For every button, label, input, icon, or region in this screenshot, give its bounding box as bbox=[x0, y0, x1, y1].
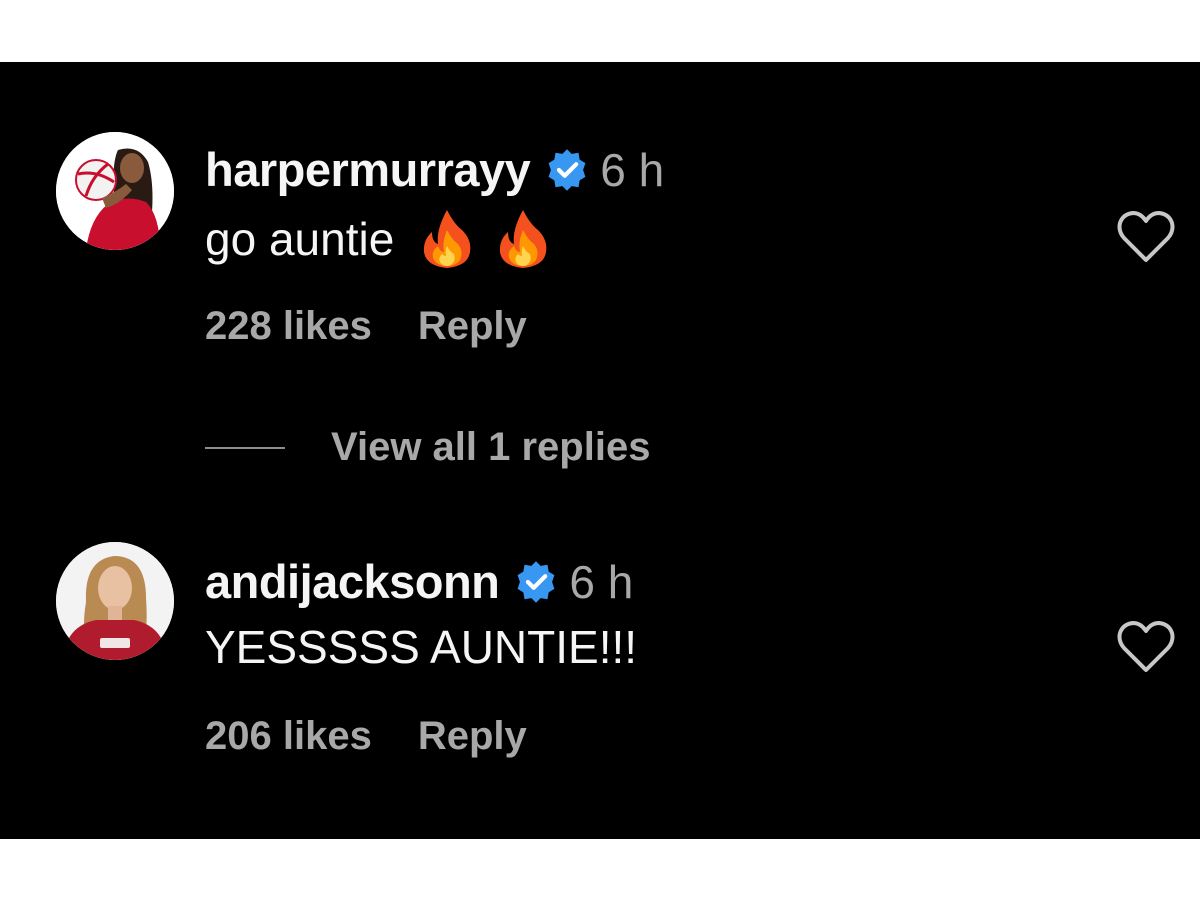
username[interactable]: andijacksonn bbox=[205, 554, 500, 609]
comment-body: go auntie bbox=[205, 213, 395, 265]
fire-emoji-icon bbox=[500, 210, 547, 268]
avatar[interactable] bbox=[56, 132, 174, 250]
comment-body: YESSSSS AUNTIE!!! bbox=[205, 621, 638, 673]
fire-emoji-icon bbox=[424, 210, 471, 268]
timestamp: 6 h bbox=[569, 555, 634, 608]
timestamp: 6 h bbox=[600, 143, 665, 196]
avatar[interactable] bbox=[56, 542, 174, 660]
reply-button[interactable]: Reply bbox=[418, 714, 527, 759]
comment-header: andijacksonn 6 h bbox=[205, 554, 633, 609]
heart-outline-icon[interactable] bbox=[1116, 620, 1176, 674]
reply-button[interactable]: Reply bbox=[418, 304, 527, 349]
verified-badge-icon bbox=[548, 148, 586, 191]
likes-count[interactable]: 206 likes bbox=[205, 714, 372, 759]
comment-text: YESSSSS AUNTIE!!! bbox=[205, 620, 637, 674]
verified-badge-icon bbox=[517, 560, 555, 603]
comments-panel: harpermurrayy 6 h go auntie 228 likes Re bbox=[0, 62, 1200, 839]
replies-divider bbox=[205, 446, 285, 449]
comment-header: harpermurrayy 6 h bbox=[205, 142, 664, 197]
heart-outline-icon[interactable] bbox=[1116, 210, 1176, 264]
likes-count[interactable]: 228 likes bbox=[205, 304, 372, 349]
username[interactable]: harpermurrayy bbox=[205, 142, 531, 197]
comment-actions: 206 likes Reply bbox=[205, 714, 527, 759]
comment-actions: 228 likes Reply bbox=[205, 304, 527, 349]
view-replies-label[interactable]: View all 1 replies bbox=[331, 425, 650, 470]
comment-text: go auntie bbox=[205, 208, 550, 270]
view-replies[interactable]: View all 1 replies bbox=[205, 425, 650, 470]
